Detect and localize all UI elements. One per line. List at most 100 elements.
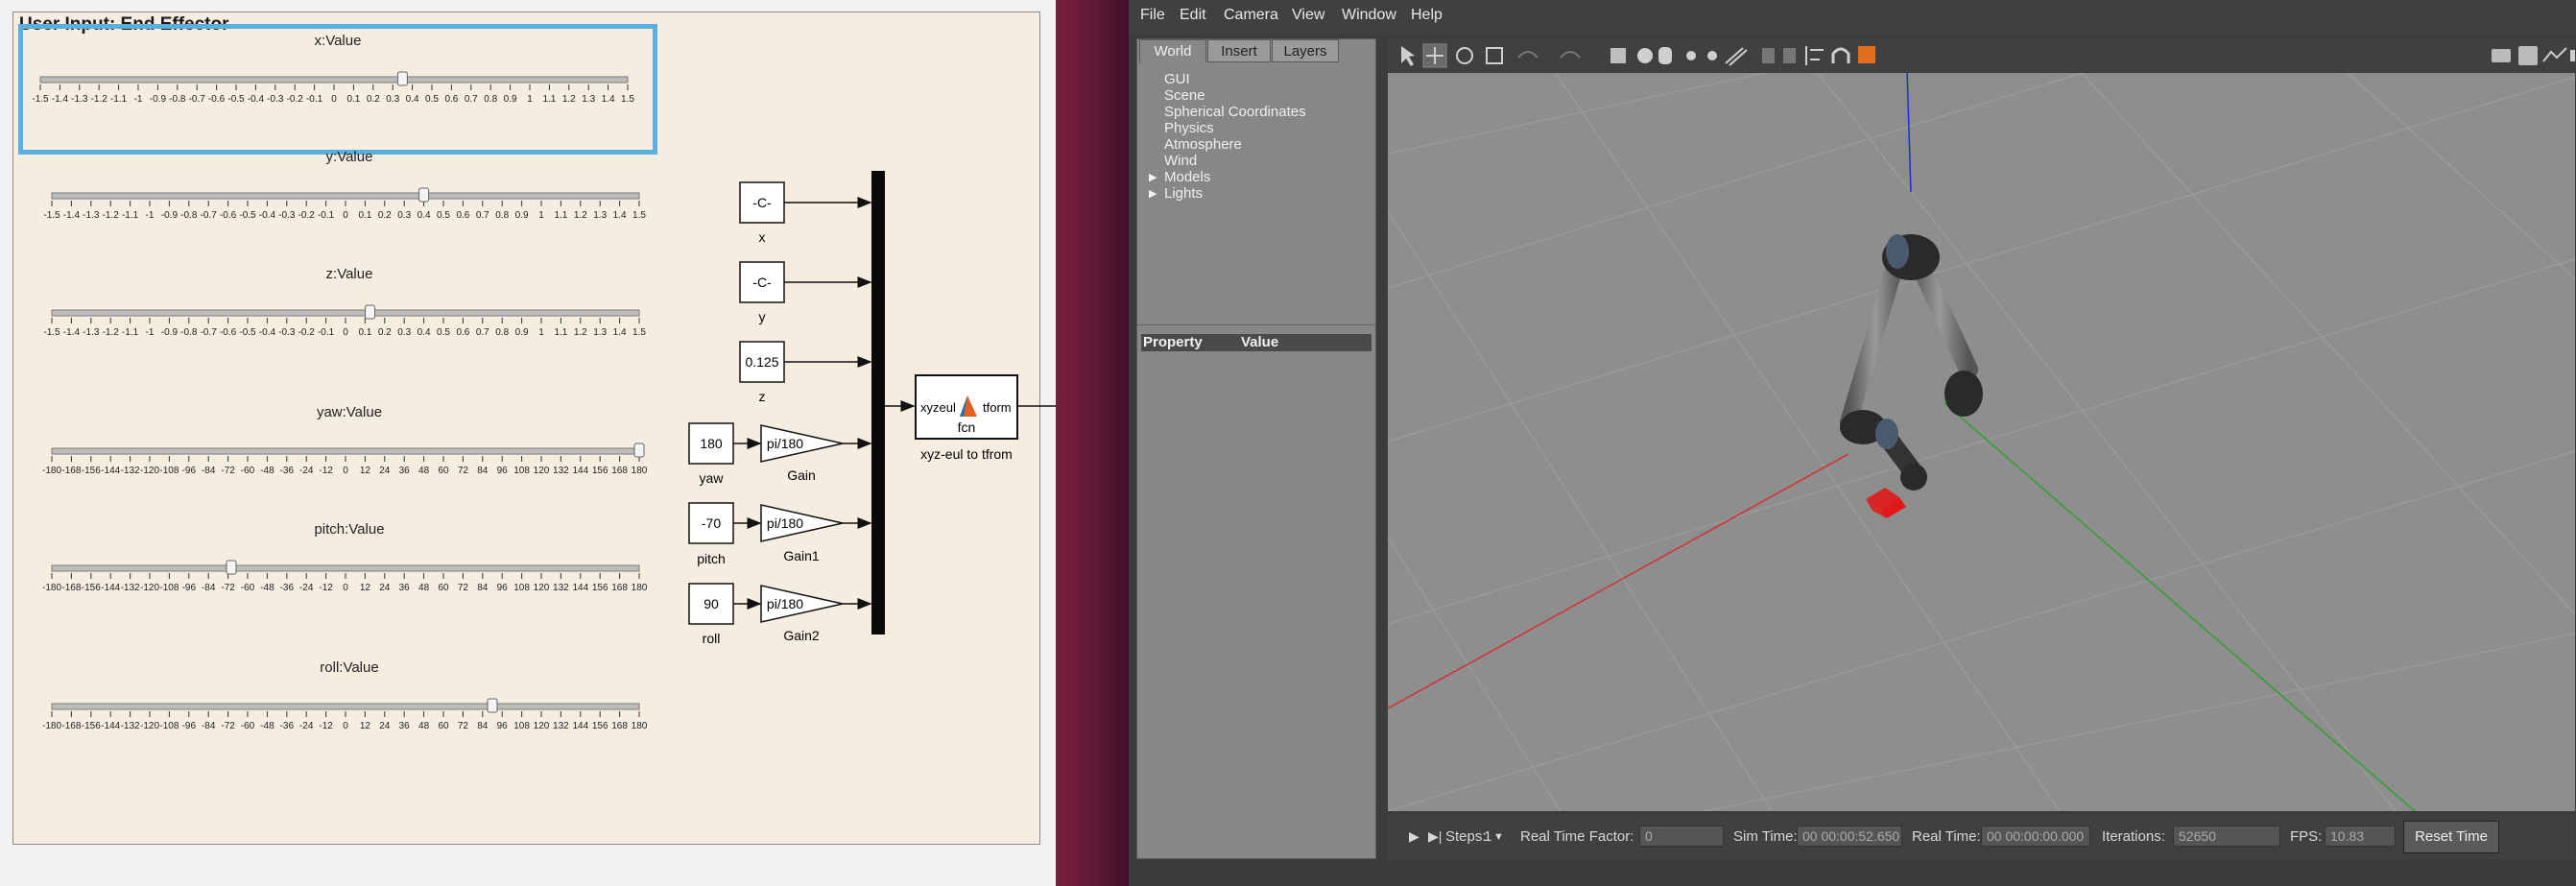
redo-icon[interactable]	[1560, 51, 1581, 59]
y-axis-line	[1944, 402, 2416, 811]
sim-time-label: Sim Time:	[1733, 828, 1798, 845]
constant-y-value: -C-	[752, 275, 772, 290]
rtf-field: 0	[1639, 826, 1724, 847]
plot-icon[interactable]	[2542, 47, 2567, 62]
iterations-label: Iterations:	[2102, 828, 2165, 845]
gain1-block[interactable]: pi/180 Gain1	[760, 504, 844, 563]
play-icon[interactable]: ▶	[1409, 828, 1419, 845]
steps-value[interactable]: 1	[1484, 828, 1491, 845]
real-time-label: Real Time:	[1912, 828, 1981, 845]
menu-file[interactable]: File	[1140, 7, 1165, 24]
point-light-icon[interactable]	[1686, 51, 1696, 60]
x-axis-line	[1388, 453, 1849, 709]
tree-item-models[interactable]: Models	[1164, 169, 1210, 185]
constant-z-name: z	[759, 389, 766, 404]
property-column: Property	[1143, 334, 1203, 350]
fcn-label: fcn	[958, 419, 976, 435]
tree-item-spherical[interactable]: Spherical Coordinates	[1164, 104, 1306, 120]
menu-edit[interactable]: Edit	[1180, 7, 1206, 24]
undo-icon[interactable]	[1517, 51, 1538, 59]
tree-item-lights[interactable]: Lights	[1164, 185, 1203, 202]
box-shape-icon[interactable]	[1610, 48, 1626, 63]
tree-item-wind[interactable]: Wind	[1164, 153, 1197, 169]
constant-roll-name: roll	[703, 631, 721, 646]
tree-item-physics[interactable]: Physics	[1164, 120, 1214, 136]
robot-arm[interactable]	[1840, 234, 1983, 491]
fps-field: 10.83	[2325, 826, 2396, 847]
rtf-label: Real Time Factor:	[1520, 828, 1634, 845]
menu-camera[interactable]: Camera	[1224, 7, 1278, 24]
menu-bar: File Edit Camera View Window Help	[1129, 0, 2576, 33]
steps-label: Steps:	[1445, 828, 1487, 845]
expand-models-icon[interactable]: ▶	[1149, 171, 1157, 183]
scene-render[interactable]	[1388, 38, 2575, 811]
directional-light-icon[interactable]	[1725, 47, 1748, 66]
menu-window[interactable]: Window	[1342, 7, 1396, 24]
tree-item-scene[interactable]: Scene	[1164, 87, 1205, 104]
snap-icon[interactable]	[1831, 47, 1850, 63]
block-diagram: -C- x -C- y 0.125 z 180 yaw pi/180 Gain	[688, 171, 1056, 646]
menu-view[interactable]: View	[1292, 7, 1324, 24]
tab-layers[interactable]: Layers	[1272, 39, 1339, 62]
constant-block-y[interactable]: -C- y	[739, 261, 785, 324]
desktop-background	[1056, 0, 1129, 886]
select-tool-icon[interactable]	[1401, 46, 1415, 66]
gain1-value: pi/180	[767, 515, 803, 531]
tab-world[interactable]: World	[1139, 39, 1206, 62]
gain1-name: Gain1	[783, 548, 820, 563]
constant-yaw-value: 180	[700, 436, 723, 451]
ground-grid	[1388, 38, 2575, 811]
steps-dropdown-icon[interactable]: ▼	[1493, 831, 1504, 843]
constant-block-pitch[interactable]: -70 pitch	[688, 502, 734, 566]
constant-block-z[interactable]: 0.125 z	[739, 341, 785, 404]
gain-name: Gain	[787, 467, 816, 483]
sim-time-field: 00 00:00:52.650	[1797, 826, 1902, 847]
gain2-value: pi/180	[767, 596, 803, 611]
tree-item-atmosphere[interactable]: Atmosphere	[1164, 136, 1242, 153]
align-icon[interactable]	[1805, 46, 1824, 65]
paste-icon[interactable]	[1783, 48, 1796, 63]
fcn-name: xyz-eul to tfrom	[920, 446, 1013, 462]
constant-x-name: x	[759, 229, 766, 245]
constant-yaw-name: yaw	[700, 470, 725, 486]
menu-help[interactable]: Help	[1411, 7, 1443, 24]
value-column: Value	[1241, 334, 1279, 350]
iterations-field: 52650	[2173, 826, 2280, 847]
constant-block-roll[interactable]: 90 roll	[688, 583, 734, 646]
real-time-field: 00 00:00:00.000	[1981, 826, 2090, 847]
gain2-block[interactable]: pi/180 Gain2	[760, 585, 844, 643]
view-toolbar	[1388, 38, 2575, 73]
cylinder-shape-icon[interactable]	[1658, 47, 1672, 64]
mux-block[interactable]	[871, 171, 885, 635]
spot-light-icon[interactable]	[1707, 51, 1717, 60]
constant-z-value: 0.125	[745, 354, 778, 370]
panel-divider[interactable]	[1137, 324, 1375, 325]
rotate-tool-icon[interactable]	[1456, 47, 1473, 64]
screenshot-icon[interactable]	[2492, 49, 2511, 62]
sphere-shape-icon[interactable]	[1637, 48, 1653, 63]
reset-time-button[interactable]: Reset Time	[2403, 821, 2499, 853]
gain2-name: Gain2	[783, 628, 820, 643]
fps-label: FPS:	[2290, 828, 2323, 845]
3d-viewport[interactable]	[1388, 38, 2575, 811]
tab-insert[interactable]: Insert	[1207, 39, 1271, 62]
toolbar-icons	[1401, 43, 2575, 68]
expand-lights-icon[interactable]: ▶	[1149, 187, 1157, 200]
gazebo-window: File Edit Camera View Window Help World …	[1129, 0, 2576, 886]
status-bar: ▶ ▶| Steps: 1 ▼ Real Time Factor: 0 Sim …	[1388, 814, 2575, 859]
change-view-icon[interactable]	[1858, 46, 1875, 63]
tree-item-gui[interactable]: GUI	[1164, 71, 1190, 87]
gain-value: pi/180	[767, 436, 803, 451]
constant-block-x[interactable]: -C- x	[739, 181, 785, 245]
log-icon[interactable]	[2518, 46, 2538, 65]
property-header: Property Value	[1141, 334, 1371, 351]
copy-icon[interactable]	[1762, 48, 1775, 63]
target-box[interactable]	[1866, 488, 1906, 518]
matlab-function-block[interactable]: xyzeul tform fcn xyz-eul to tfrom	[915, 374, 1018, 462]
constant-block-yaw[interactable]: 180 yaw	[688, 422, 734, 486]
constant-pitch-value: -70	[702, 515, 721, 531]
gain-block[interactable]: pi/180 Gain	[760, 424, 844, 483]
video-icon[interactable]	[2570, 50, 2575, 61]
step-icon[interactable]: ▶|	[1428, 828, 1442, 845]
scale-tool-icon[interactable]	[1486, 47, 1503, 64]
